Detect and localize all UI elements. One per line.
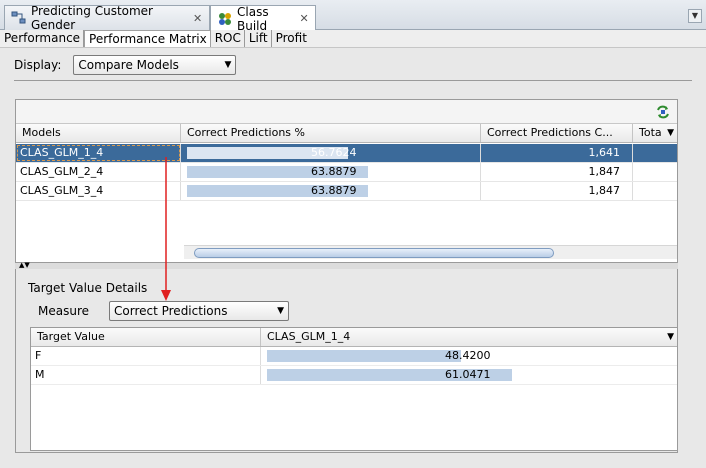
tab-lift[interactable]: Lift (245, 30, 272, 47)
column-header-correct-predictions-count[interactable]: Correct Predictions C... (481, 124, 633, 142)
count-cell: 1,641 (481, 144, 633, 162)
tab-profit[interactable]: Profit (272, 30, 310, 47)
tab-overflow-chevron-icon[interactable]: ▼ (688, 9, 702, 23)
chevron-down-icon: ▼ (224, 60, 232, 70)
display-select-value: Compare Models (78, 58, 179, 72)
target-value-table: Target Value CLAS_GLM_1_4 ▼ F 48.4200 M … (30, 327, 678, 451)
column-header-total[interactable]: Tota ▼ (633, 124, 677, 142)
column-header-target-value[interactable]: Target Value (31, 328, 261, 346)
class-build-icon (217, 11, 233, 27)
value-bar (267, 350, 462, 362)
measure-row: Measure Correct Predictions ▼ (38, 301, 289, 321)
tab-performance[interactable]: Performance (0, 30, 85, 47)
models-table-header: Models Correct Predictions % Correct Pre… (16, 124, 677, 143)
column-header-correct-predictions-pct[interactable]: Correct Predictions % (181, 124, 481, 142)
pct-value: 63.8879 (311, 184, 357, 197)
workflow-icon (11, 10, 27, 26)
pct-bar-cell: 63.8879 (181, 182, 481, 200)
total-cell (633, 144, 677, 162)
target-table-header: Target Value CLAS_GLM_1_4 ▼ (31, 328, 677, 347)
tab-label: Class Build (237, 4, 269, 33)
measure-label: Measure (38, 304, 89, 318)
pct-bar-cell: 63.8879 (181, 163, 481, 181)
pct-value: 63.8879 (311, 165, 357, 178)
total-cell (633, 182, 677, 200)
display-row: Display: Compare Models ▼ (14, 54, 237, 76)
collapse-arrows-icon[interactable]: ▲▼ (19, 262, 30, 269)
divider (14, 80, 692, 81)
horizontal-scrollbar[interactable] (184, 245, 677, 259)
scrollbar-thumb[interactable] (194, 248, 554, 258)
column-menu-chevron-icon[interactable]: ▼ (667, 328, 674, 346)
display-label: Display: (14, 58, 62, 72)
tab-roc[interactable]: ROC (211, 30, 245, 47)
table-row[interactable]: CLAS_GLM_2_4 63.8879 1,847 (16, 163, 677, 182)
count-cell: 1,847 (481, 182, 633, 200)
column-header-models[interactable]: Models (16, 124, 181, 142)
performance-matrix-pane: Display: Compare Models ▼ Models Correct… (4, 48, 702, 464)
pct-bar-cell: 56.7624 (181, 144, 481, 162)
target-value-cell: M (31, 366, 261, 384)
model-name-cell[interactable]: CLAS_GLM_3_4 (16, 182, 181, 200)
target-value-cell: F (31, 347, 261, 365)
refresh-icon[interactable] (655, 104, 671, 120)
column-menu-chevron-icon[interactable]: ▼ (667, 124, 674, 142)
models-table: Models Correct Predictions % Correct Pre… (15, 99, 678, 263)
editor-tab-strip: Predicting Customer Gender ✕ Class Build… (0, 0, 706, 33)
model-name-cell[interactable]: CLAS_GLM_1_4 (16, 144, 181, 162)
value-text: 61.0471 (445, 368, 491, 381)
value-text: 48.4200 (445, 349, 491, 362)
tab-performance-matrix[interactable]: Performance Matrix (84, 30, 211, 47)
value-bar-cell: 48.4200 (261, 347, 677, 365)
table-row[interactable]: CLAS_GLM_1_4 56.7624 1,641 (16, 144, 677, 163)
pct-value: 56.7624 (311, 146, 357, 159)
tab-class-build[interactable]: Class Build ✕ (210, 4, 316, 33)
column-header-model[interactable]: CLAS_GLM_1_4 ▼ (261, 328, 677, 346)
display-select[interactable]: Compare Models ▼ (73, 55, 237, 75)
details-title: Target Value Details (28, 281, 148, 295)
table-row[interactable]: CLAS_GLM_3_4 63.8879 1,847 (16, 182, 677, 201)
tab-predicting-customer-gender[interactable]: Predicting Customer Gender ✕ (4, 4, 210, 32)
total-cell (633, 163, 677, 181)
model-name-cell[interactable]: CLAS_GLM_2_4 (16, 163, 181, 181)
table-row[interactable]: F 48.4200 (31, 347, 677, 366)
measure-select-value: Correct Predictions (114, 304, 228, 318)
table-toolbar (16, 100, 677, 124)
tab-label: Predicting Customer Gender (31, 4, 153, 32)
measure-select[interactable]: Correct Predictions ▼ (109, 301, 289, 321)
chevron-down-icon: ▼ (277, 306, 284, 316)
value-bar-cell: 61.0471 (261, 366, 677, 384)
sub-tab-strip: Performance Performance Matrix ROC Lift … (0, 30, 706, 48)
count-cell: 1,847 (481, 163, 633, 181)
close-icon[interactable]: ✕ (192, 12, 203, 25)
column-header-total-label: Tota (639, 126, 662, 139)
column-header-model-label: CLAS_GLM_1_4 (267, 330, 351, 343)
close-icon[interactable]: ✕ (299, 12, 309, 25)
target-value-details-panel: Target Value Details Measure Correct Pre… (15, 269, 678, 453)
table-row[interactable]: M 61.0471 (31, 366, 677, 385)
